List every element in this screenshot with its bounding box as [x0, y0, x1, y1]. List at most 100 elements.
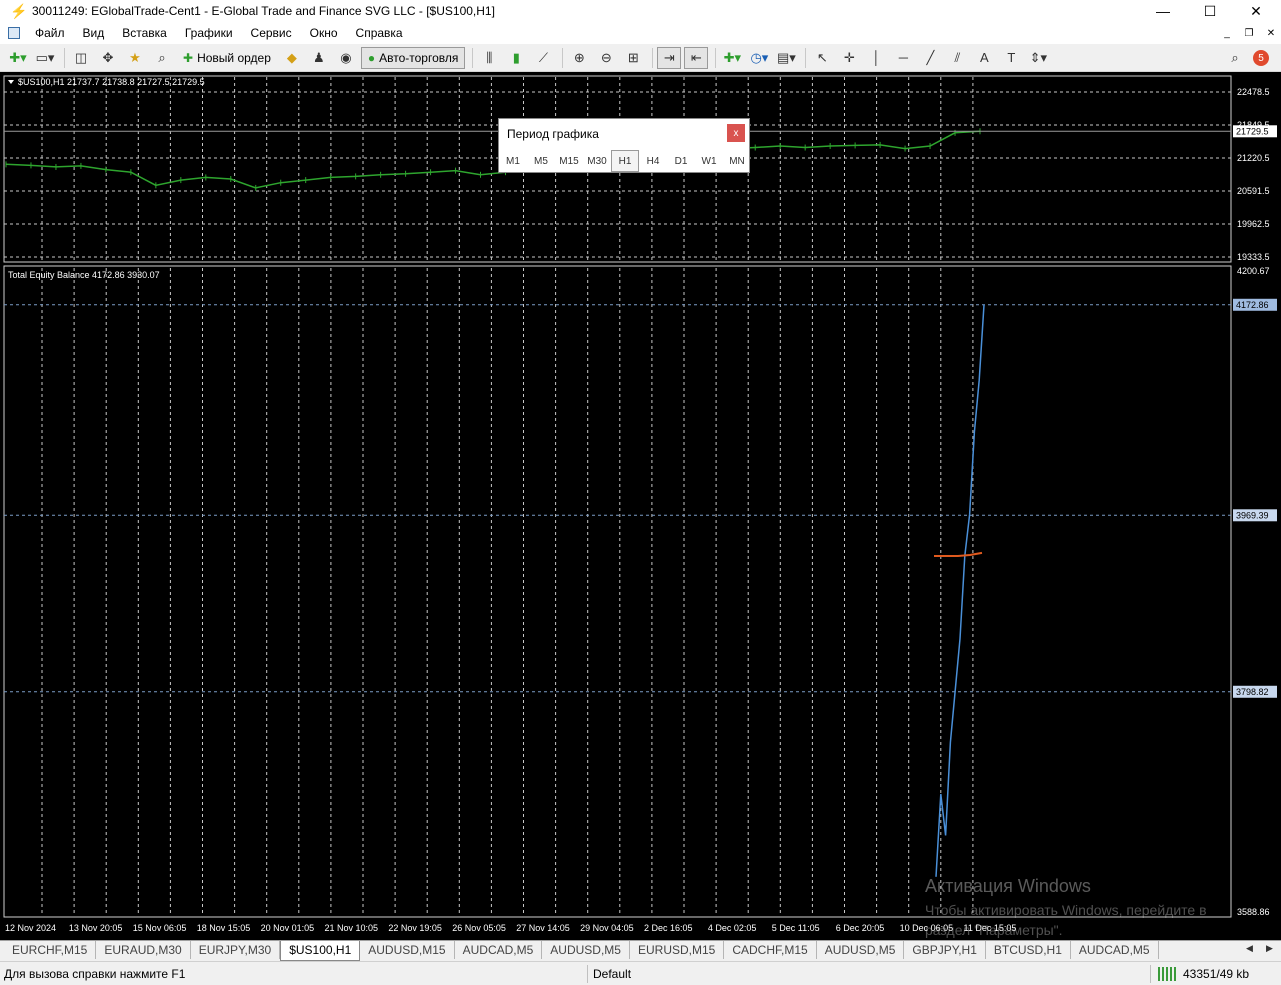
text-tool-icon[interactable]: A	[972, 47, 996, 69]
status-bar: Для вызова справки нажмите F1 Default 43…	[0, 961, 1281, 985]
time-axis-label: 18 Nov 15:05	[197, 923, 251, 933]
equity-top-label: 4200.67	[1237, 266, 1270, 276]
chart-tab[interactable]: BTCUSD,H1	[986, 941, 1071, 959]
period-button-m30[interactable]: M30	[583, 150, 611, 172]
tabs-prev-button[interactable]: ◀	[1246, 943, 1253, 954]
new-chart-icon[interactable]: ✚▾	[6, 47, 30, 69]
tile-windows-icon[interactable]: ⊞	[621, 47, 645, 69]
menu-file[interactable]: Файл	[26, 26, 74, 40]
status-help-text: Для вызова справки нажмите F1	[4, 967, 186, 981]
time-axis-label: 29 Nov 04:05	[580, 923, 634, 933]
arrows-icon[interactable]: ⇕▾	[1026, 47, 1050, 69]
period-button-mn[interactable]: MN	[723, 150, 751, 172]
period-button-m15[interactable]: M15	[555, 150, 583, 172]
chart-tab[interactable]: EURUSD,M15	[630, 941, 725, 959]
time-axis-label: 26 Nov 05:05	[452, 923, 506, 933]
dropdown-triangle-icon[interactable]	[8, 80, 14, 84]
main-chart-header: $US100,H1 21737.7 21738.8 21727.5 21729.…	[18, 77, 205, 87]
activation-watermark-title: Активация Windows	[925, 876, 1091, 896]
chart-tab[interactable]: AUDUSD,M5	[817, 941, 905, 959]
vertical-line-icon[interactable]: │	[864, 47, 888, 69]
favorites-icon[interactable]: ★	[123, 47, 147, 69]
strategy-tester-icon[interactable]: ⌕	[150, 47, 174, 69]
chart-canvas[interactable]: 22478.521849.521220.520591.519962.519333…	[0, 72, 1281, 940]
price-series-line	[5, 130, 981, 189]
toolbar-separator	[64, 47, 65, 68]
chart-tab[interactable]: AUDCAD,M5	[455, 941, 543, 959]
period-button-d1[interactable]: D1	[667, 150, 695, 172]
time-axis-label: 12 Nov 2024	[5, 923, 56, 933]
indicators-icon[interactable]: ✚▾	[720, 47, 744, 69]
chart-tab[interactable]: CADCHF,M15	[724, 941, 817, 959]
time-axis-label: 22 Nov 19:05	[388, 923, 442, 933]
maximize-button[interactable]: ☐	[1187, 0, 1233, 22]
menu-window[interactable]: Окно	[301, 26, 347, 40]
autotrading-button[interactable]: ● Авто-торговля	[360, 46, 466, 69]
minimize-button[interactable]: —	[1140, 0, 1186, 22]
signals-icon[interactable]: ◉	[334, 47, 358, 69]
period-button-w1[interactable]: W1	[695, 150, 723, 172]
notification-badge: 5	[1253, 50, 1269, 66]
chart-tab[interactable]: GBPJPY,H1	[904, 941, 986, 959]
time-axis-label: 6 Dec 20:05	[836, 923, 885, 933]
chart-tab[interactable]: EURAUD,M30	[96, 941, 191, 959]
candlestick-icon[interactable]: ▮	[504, 47, 528, 69]
menu-insert[interactable]: Вставка	[113, 26, 176, 40]
templates-icon[interactable]: ▤▾	[774, 47, 798, 69]
profiles-icon[interactable]: ▭▾	[33, 47, 57, 69]
zoom-out-icon[interactable]: ⊖	[594, 47, 618, 69]
mdi-restore-button[interactable]: ❐	[1240, 25, 1258, 41]
chart-tabs: EURCHF,M15 EURAUD,M30 EURJPY,M30 $US100,H1 A…	[0, 940, 1281, 961]
chart-tab[interactable]: $US100,H1	[280, 941, 361, 961]
market-watch-icon[interactable]: ◫	[69, 47, 93, 69]
period-button-h4[interactable]: H4	[639, 150, 667, 172]
tabs-next-button[interactable]: ▶	[1266, 943, 1273, 954]
notifications-button[interactable]: 5	[1249, 47, 1273, 69]
period-dialog-close-button[interactable]: x	[727, 124, 745, 142]
status-profile: Default	[593, 967, 632, 981]
metaeditor-icon[interactable]: ◆	[280, 47, 304, 69]
horizontal-line-icon[interactable]: ─	[891, 47, 915, 69]
period-button-m5[interactable]: M5	[527, 150, 555, 172]
time-axis-label: 20 Nov 01:05	[261, 923, 315, 933]
chart-window[interactable]: 22478.5 21849.5 21220.5 20591.5 19962.5 19333…	[0, 72, 1281, 940]
new-order-button[interactable]: ✚ Новый ордер	[177, 47, 277, 69]
period-button-h1[interactable]: H1	[611, 150, 639, 172]
toolbar-separator	[472, 47, 474, 68]
chart-shift-icon[interactable]: ⇤	[684, 46, 709, 69]
menu-view[interactable]: Вид	[74, 26, 114, 40]
zoom-in-icon[interactable]: ⊕	[567, 47, 591, 69]
equity-level-label: 3798.82	[1236, 687, 1269, 697]
chart-tab[interactable]: AUDCAD,M5	[1071, 941, 1159, 959]
text-label-icon[interactable]: T	[999, 47, 1023, 69]
price-tick-label: 20591.5	[1237, 186, 1270, 196]
period-dialog: Период графика x M1 M5 M15 M30 H1 H4 D1 W1 MN	[498, 118, 750, 173]
line-chart-icon[interactable]: ⟋	[531, 47, 555, 69]
autoscroll-icon[interactable]: ⇥	[657, 46, 682, 69]
crosshair-icon[interactable]: ✛	[837, 47, 861, 69]
equidistant-channel-icon[interactable]: ⫽	[945, 47, 969, 69]
document-icon[interactable]	[8, 27, 20, 39]
chart-tab[interactable]: EURJPY,M30	[191, 941, 281, 959]
chart-tab[interactable]: EURCHF,M15	[4, 941, 97, 959]
menu-charts[interactable]: Графики	[176, 26, 242, 40]
time-axis-label: 5 Dec 11:05	[772, 923, 820, 933]
equity-current-label: 4172.86	[1236, 300, 1269, 310]
close-button[interactable]: ✕	[1233, 0, 1279, 22]
period-button-m1[interactable]: M1	[499, 150, 527, 172]
mdi-minimize-button[interactable]: _	[1218, 25, 1236, 41]
bar-chart-icon[interactable]: ⫼	[477, 47, 501, 69]
cursor-icon[interactable]: ↖	[810, 47, 834, 69]
menu-help[interactable]: Справка	[347, 26, 412, 40]
account-icon[interactable]: ♟	[307, 47, 331, 69]
trendline-icon[interactable]: ╱	[918, 47, 942, 69]
periods-icon[interactable]: ◷▾	[747, 47, 771, 69]
time-axis-label: 15 Nov 06:05	[133, 923, 187, 933]
menu-tools[interactable]: Сервис	[242, 26, 301, 40]
mdi-close-button[interactable]: ✕	[1262, 25, 1280, 41]
navigator-icon[interactable]: ✥	[96, 47, 120, 69]
time-axis-label: 21 Nov 10:05	[325, 923, 379, 933]
chart-tab[interactable]: AUDUSD,M15	[360, 941, 455, 959]
chart-tab[interactable]: AUDUSD,M5	[542, 941, 630, 959]
search-icon[interactable]: ⌕	[1223, 47, 1247, 69]
